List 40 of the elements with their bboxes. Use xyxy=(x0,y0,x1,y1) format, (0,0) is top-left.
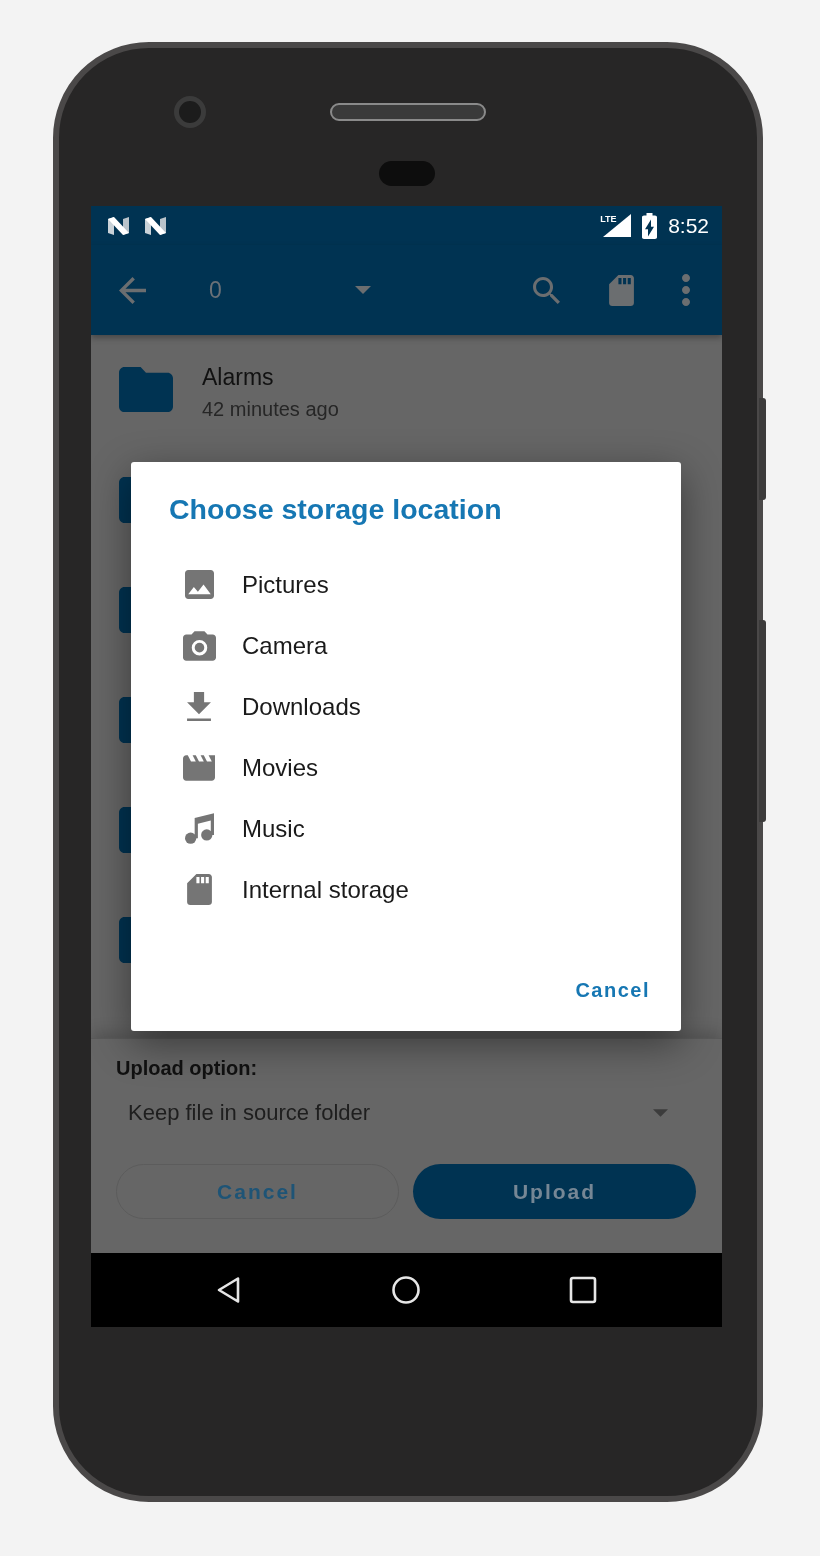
camera-icon xyxy=(182,630,216,661)
clock-time: 8:52 xyxy=(668,213,709,238)
folder-icon xyxy=(119,917,131,963)
storage-location-item[interactable]: Camera xyxy=(131,615,681,676)
dialog-title: Choose storage location xyxy=(168,492,503,526)
dropdown-caret-icon xyxy=(653,1109,668,1117)
download-icon xyxy=(187,692,211,721)
n-shape-icon xyxy=(107,216,130,235)
folder-icon xyxy=(119,367,173,412)
folder-icon xyxy=(119,587,131,633)
folder-icon xyxy=(119,807,131,853)
back-arrow-icon[interactable] xyxy=(119,276,146,304)
clapperboard-icon xyxy=(183,754,215,781)
storage-location-item[interactable]: Music xyxy=(131,798,681,859)
folder-modified-time: 42 minutes ago xyxy=(202,397,339,421)
folder-icon xyxy=(119,697,131,743)
storage-location-item[interactable]: Downloads xyxy=(131,676,681,737)
n-shape-icon xyxy=(144,216,167,235)
upload-option-label: Upload option: xyxy=(116,1056,259,1080)
image-icon xyxy=(184,570,214,599)
home-icon[interactable] xyxy=(392,1276,420,1304)
dialog-cancel-button[interactable]: Cancel xyxy=(567,968,658,1012)
storage-location-item[interactable]: Internal storage xyxy=(131,859,681,920)
dropdown-caret-icon[interactable] xyxy=(354,286,371,294)
storage-location-item[interactable]: Movies xyxy=(131,737,681,798)
recents-icon[interactable] xyxy=(569,1276,597,1304)
search-icon[interactable] xyxy=(532,276,560,304)
folder-icon xyxy=(119,477,131,523)
sd-card-icon xyxy=(186,874,212,905)
front-camera xyxy=(174,96,206,128)
proximity-sensor xyxy=(379,161,435,186)
sd-card-icon[interactable] xyxy=(608,274,634,306)
more-options-icon[interactable] xyxy=(681,274,690,306)
storage-location-item[interactable]: Pictures xyxy=(131,554,681,615)
upload-button[interactable]: Upload xyxy=(413,1164,696,1219)
folder-name: Alarms xyxy=(202,363,275,391)
network-type-label: LTE xyxy=(600,214,617,224)
battery-charging-icon xyxy=(642,212,658,239)
signal-icon xyxy=(603,214,632,237)
music-note-icon xyxy=(184,813,214,844)
